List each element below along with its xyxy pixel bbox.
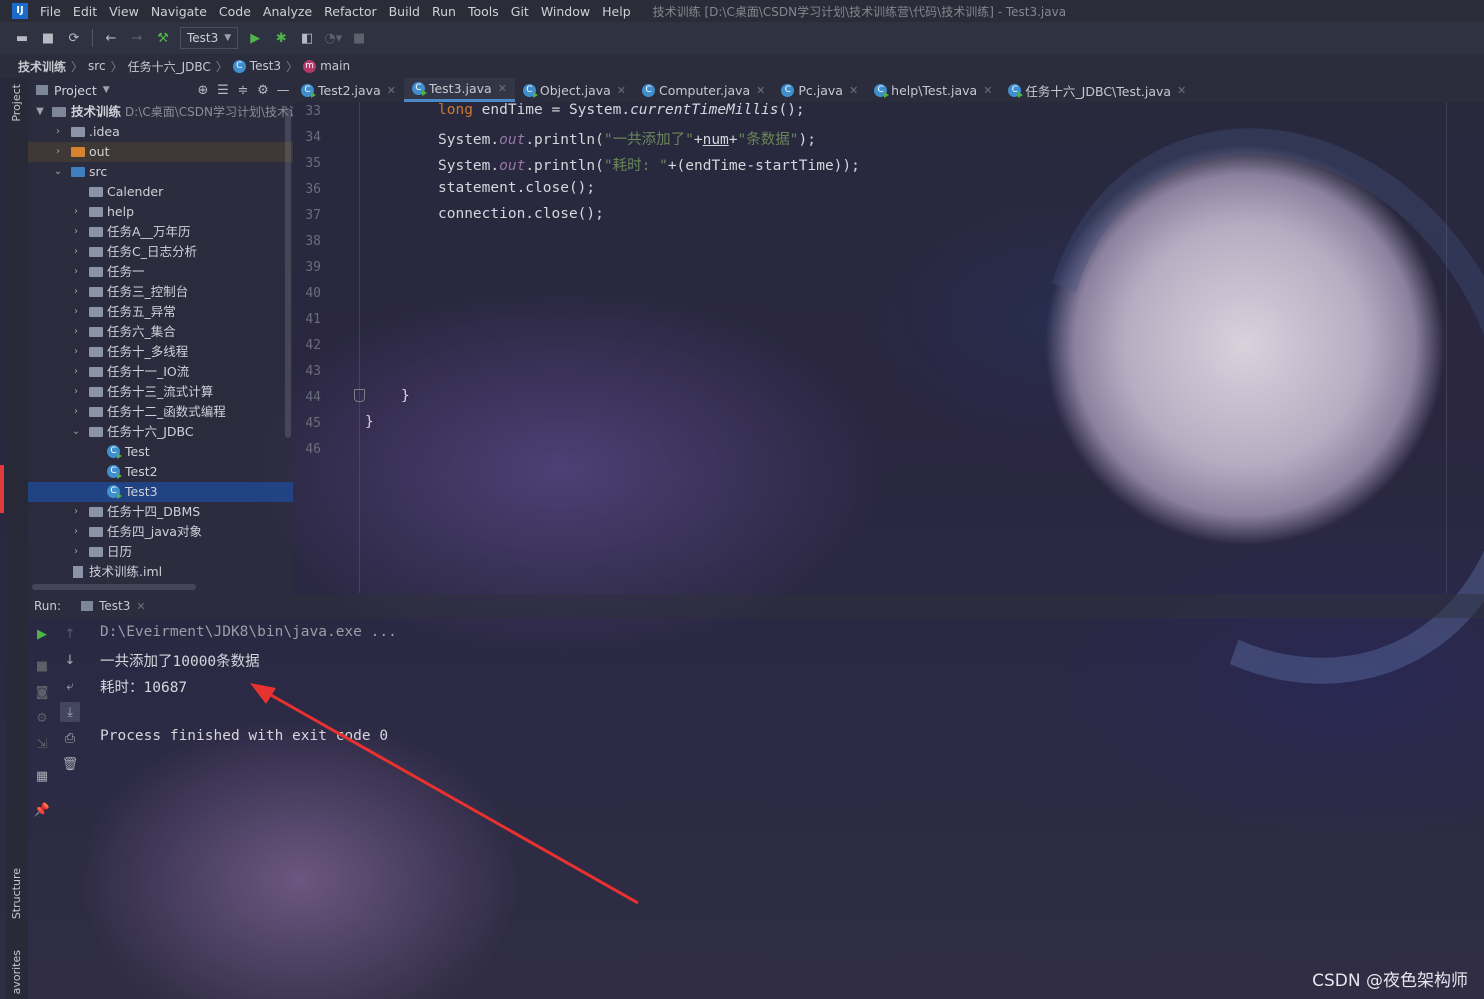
annotation-arrow [250, 683, 639, 905]
annotation-arrow-line [261, 688, 639, 905]
watermark: CSDN @夜色架构师 [1312, 971, 1468, 991]
annotation-arrow-head [250, 683, 276, 704]
